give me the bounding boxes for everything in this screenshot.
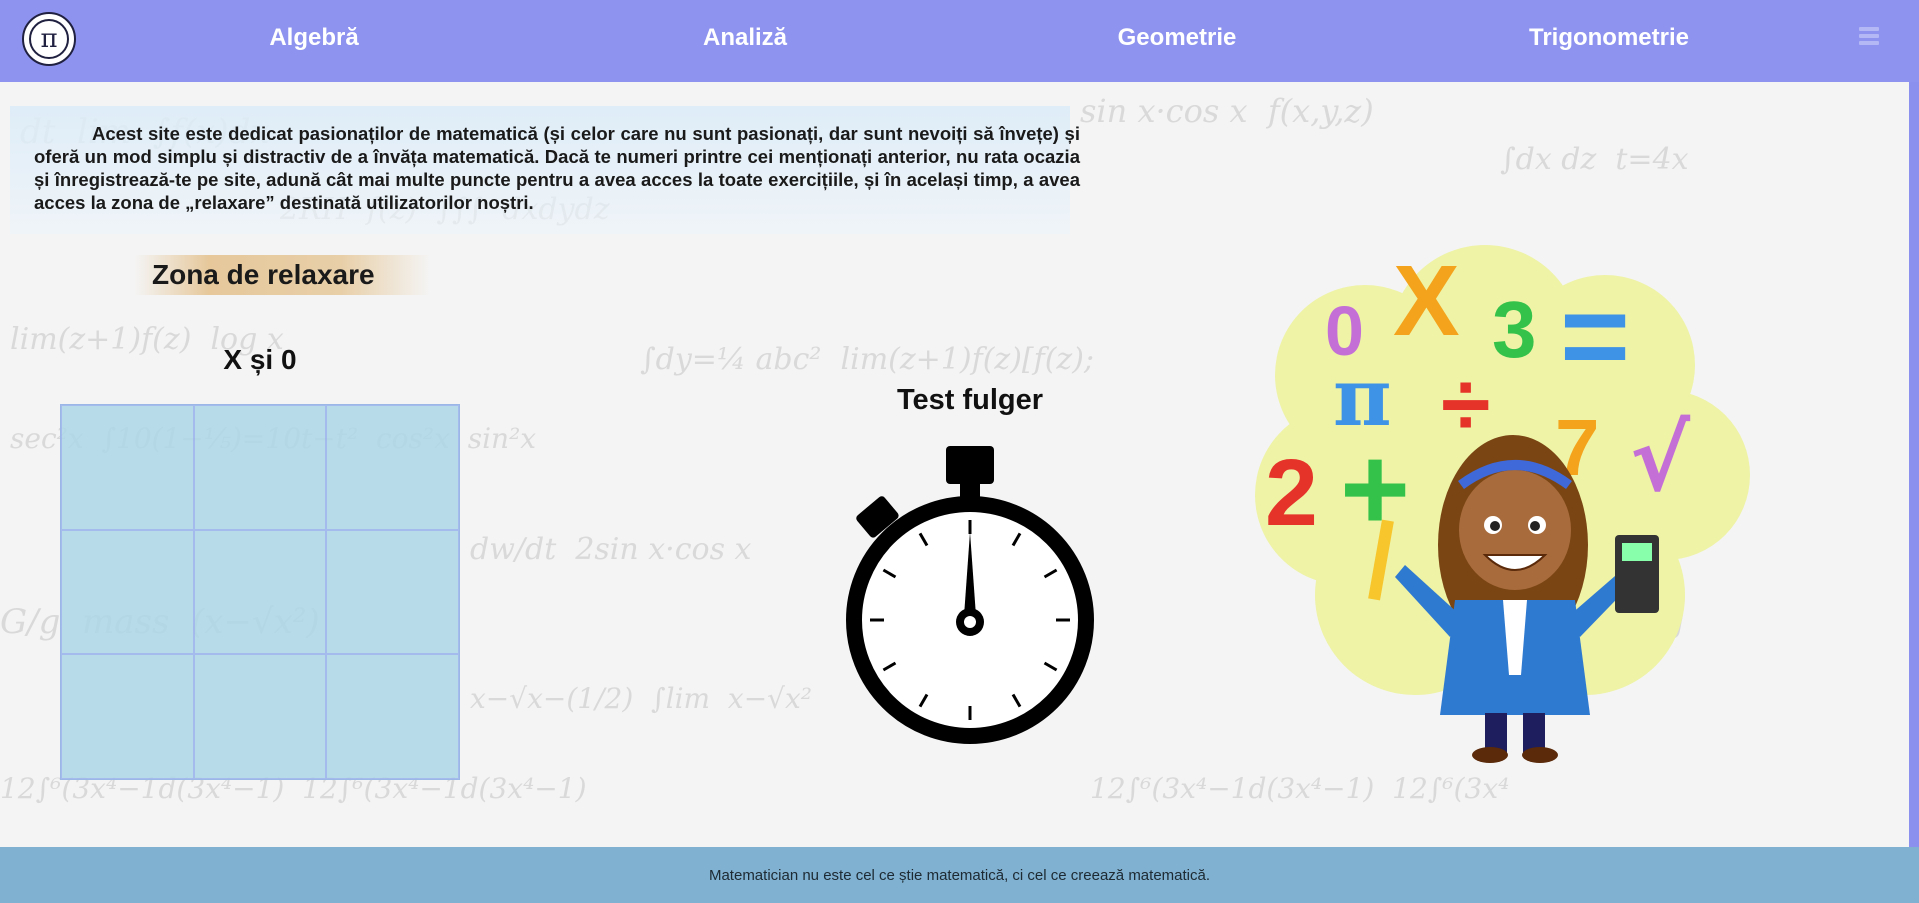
board-cell[interactable] bbox=[326, 654, 459, 779]
board-cell[interactable] bbox=[61, 405, 194, 530]
stopwatch-icon[interactable] bbox=[840, 440, 1100, 750]
board-cell[interactable] bbox=[61, 654, 194, 779]
svg-text:+: + bbox=[1340, 422, 1410, 556]
svg-text:3: 3 bbox=[1492, 285, 1537, 374]
svg-text:X: X bbox=[1393, 245, 1460, 357]
girl-with-math-symbols-illustration: 0 X 3 = π ÷ 7 √ 2 + bbox=[1255, 245, 1750, 763]
nav-item-analiza[interactable]: Analiză bbox=[615, 24, 875, 52]
footer-quote: Matematician nu este cel ce știe matemat… bbox=[708, 866, 1211, 884]
footer: Matematician nu este cel ce știe matemat… bbox=[0, 847, 1919, 903]
relax-zone-heading: Zona de relaxare bbox=[135, 255, 430, 295]
intro-box: Acest site este dedicat pasionaților de … bbox=[10, 106, 1080, 234]
board-cell[interactable] bbox=[193, 654, 327, 779]
tic-tac-toe-board bbox=[60, 404, 460, 780]
pi-icon: π bbox=[29, 19, 69, 59]
top-navbar: π Algebră Analiză Geometrie Trigonometri… bbox=[0, 0, 1919, 82]
board-cell[interactable] bbox=[326, 529, 459, 655]
quick-test-title: Test fulger bbox=[896, 384, 1044, 416]
pi-logo[interactable]: π bbox=[22, 12, 76, 66]
hamburger-icon[interactable] bbox=[1859, 27, 1879, 48]
svg-text:√: √ bbox=[1630, 407, 1691, 512]
board-cell[interactable] bbox=[61, 529, 194, 655]
svg-text:÷: ÷ bbox=[1441, 355, 1490, 455]
board-cell[interactable] bbox=[193, 405, 327, 530]
nav-item-algebra[interactable]: Algebră bbox=[184, 24, 444, 52]
relax-zone-title: Zona de relaxare bbox=[152, 259, 375, 290]
svg-text:2: 2 bbox=[1265, 440, 1318, 546]
nav-item-trigonometrie[interactable]: Trigonometrie bbox=[1479, 24, 1739, 52]
svg-text:=: = bbox=[1560, 269, 1630, 403]
tic-tac-toe-title: X și 0 bbox=[223, 344, 297, 375]
board-cell[interactable] bbox=[193, 529, 327, 655]
nav-item-geometrie[interactable]: Geometrie bbox=[1047, 24, 1307, 52]
board-cell[interactable] bbox=[326, 405, 459, 530]
right-border bbox=[1909, 82, 1919, 847]
intro-text: Acest site este dedicat pasionaților de … bbox=[34, 123, 1080, 213]
